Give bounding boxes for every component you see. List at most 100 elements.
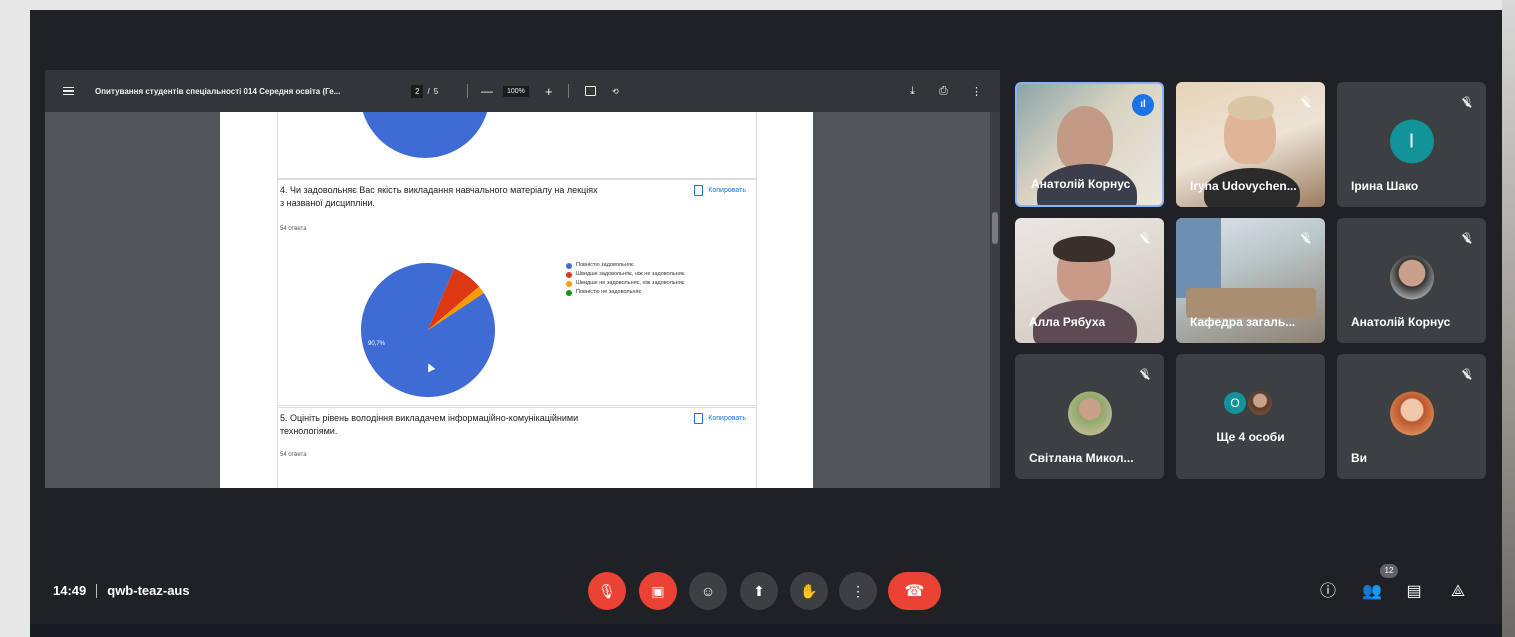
more-vert-icon[interactable]: ⋮ [971, 70, 982, 112]
mic-toggle-button[interactable]: 🎙 [588, 572, 626, 610]
participant-tile[interactable]: 🎙 Анатолій Корнус [1337, 218, 1486, 343]
avatar [1248, 391, 1272, 415]
participant-tile[interactable]: 🎙 Кафедра загаль... [1176, 218, 1325, 343]
more-options-button[interactable]: ⋮ [839, 572, 877, 610]
participant-video-table [1186, 288, 1316, 318]
fit-page-icon[interactable] [585, 70, 596, 112]
copy-icon [694, 413, 704, 424]
participant-name: Анатолій Корнус [1031, 177, 1131, 191]
pdf-page: 4. Чи задовольняє Вас якість викладання … [220, 112, 813, 488]
page-indicator[interactable]: 2 / 5 [411, 70, 438, 112]
zoom-out-button[interactable]: — [481, 70, 493, 112]
page-current[interactable]: 2 [411, 84, 424, 98]
avatar [1389, 254, 1434, 299]
participant-name: Світлана Микол... [1029, 451, 1134, 465]
toolbar-divider [467, 70, 468, 112]
mic-off-icon: 🎙 [1460, 97, 1474, 108]
mic-off-icon: 🎙 [1460, 369, 1474, 380]
more-participants-tile[interactable]: О Ще 4 особи [1176, 354, 1325, 479]
participant-tile[interactable]: І 🎙 Ірина Шако [1337, 82, 1486, 207]
chart-legend: Повністю задовольняє Швидше задовольняє,… [566, 262, 716, 298]
participant-name: Ще 4 особи [1216, 430, 1285, 444]
background-edge [1502, 0, 1515, 637]
participant-tile[interactable]: 🎙 Iryna Udovychen... [1176, 82, 1325, 207]
participant-tile[interactable]: 🎙 Алла Рябуха [1015, 218, 1164, 343]
participant-video [1057, 106, 1113, 172]
data-label: 90,7% [368, 341, 386, 347]
meeting-info: 14:49 qwb-teaz-aus [53, 583, 190, 598]
participant-name: Iryna Udovychen... [1190, 179, 1297, 193]
reactions-button[interactable]: ☺ [689, 572, 727, 610]
rotate-icon[interactable]: ⟲ [612, 70, 619, 112]
meet-window: Опитування студентів спеціальності 014 С… [30, 10, 1502, 637]
legend-swatch [566, 262, 572, 269]
copy-button[interactable]: Копировать [694, 413, 746, 424]
copy-icon [694, 185, 704, 196]
emoji-icon: ☺ [700, 583, 716, 599]
responses-count: 54 ответа [280, 226, 307, 232]
activities-icon[interactable]: ⟁ [1446, 580, 1470, 604]
participant-hair [1228, 96, 1274, 120]
present-button[interactable]: ⬆ [740, 572, 778, 610]
people-count-badge: 12 [1380, 564, 1398, 578]
legend-swatch [566, 280, 572, 287]
zoom-level[interactable]: 100% [503, 70, 529, 112]
chat-icon[interactable]: ▤ [1402, 580, 1426, 604]
document-title: Опитування студентів спеціальності 014 С… [95, 86, 341, 96]
legend-swatch [566, 289, 572, 296]
present-icon: ⬆ [753, 582, 765, 599]
meeting-code: qwb-teaz-aus [107, 583, 190, 598]
participant-tile[interactable]: ıl Анатолій Корнус [1015, 82, 1164, 207]
zoom-value[interactable]: 100% [503, 85, 529, 97]
responses-count: 54 ответа [280, 452, 307, 458]
legend-item: Повністю не задовольняє [566, 289, 716, 296]
question-title: 4. Чи задовольняє Вас якість викладання … [280, 185, 598, 208]
participant-hair [1053, 236, 1115, 262]
print-icon[interactable]: ⎙ [939, 70, 948, 112]
mic-off-icon: 🎙 [1299, 97, 1313, 108]
page-total: 5 [433, 86, 439, 96]
question-card-previous [277, 112, 757, 179]
people-icon[interactable]: 👥 [1360, 580, 1384, 604]
info-icon[interactable]: ⓘ [1316, 580, 1340, 604]
pdf-toolbar: Опитування студентів спеціальності 014 С… [45, 70, 1000, 112]
participant-name: Кафедра загаль... [1190, 315, 1296, 329]
download-icon[interactable]: ⤓ [910, 70, 915, 112]
avatar [1067, 390, 1112, 435]
question-title: 5. Оцініть рівень володіння викладачем і… [280, 413, 579, 436]
legend-label: Швидше задовольняє, ніж не задовольняє [576, 271, 685, 277]
pdf-scrollbar[interactable] [990, 112, 1000, 488]
legend-label: Повністю задовольняє [576, 262, 634, 268]
legend-item: Швидше задовольняє, ніж не задовольняє [566, 271, 716, 278]
participant-tile[interactable]: 🎙 Ви [1337, 354, 1486, 479]
clock: 14:49 [53, 583, 87, 598]
copy-label: Копировать [708, 187, 746, 194]
scrollbar-thumb[interactable] [992, 212, 998, 244]
question-card-4: 4. Чи задовольняє Вас якість викладання … [277, 179, 757, 406]
raise-hand-button[interactable]: ✋ [790, 572, 828, 610]
page-separator: / [427, 86, 430, 96]
pie-chart [361, 263, 495, 397]
camera-toggle-button[interactable]: ▣ [639, 572, 677, 610]
participant-tile[interactable]: 🎙 Світлана Микол... [1015, 354, 1164, 479]
presented-pdf-viewer: Опитування студентів спеціальності 014 С… [45, 70, 1000, 488]
leave-call-button[interactable]: ☎ [888, 572, 941, 610]
copy-button[interactable]: Копировать [694, 185, 746, 196]
zoom-in-button[interactable]: + [545, 70, 553, 112]
participant-name: Ірина Шако [1351, 179, 1419, 193]
previous-pie-chart [360, 112, 490, 158]
taskbar-strip [30, 624, 1502, 637]
avatar: О [1224, 392, 1246, 414]
speaking-indicator-icon: ıl [1132, 94, 1154, 116]
mic-off-icon: 🎙 [598, 582, 616, 599]
hang-up-icon: ☎ [904, 583, 925, 600]
legend-label: Повністю не задовольняє [576, 289, 642, 295]
legend-swatch [566, 271, 572, 278]
mic-off-icon: 🎙 [1138, 233, 1152, 244]
mic-off-icon: 🎙 [1299, 233, 1313, 244]
menu-icon[interactable] [63, 70, 77, 112]
raise-hand-icon: ✋ [800, 582, 818, 599]
avatar: І [1389, 118, 1434, 163]
camera-off-icon: ▣ [651, 582, 665, 599]
avatar [1389, 390, 1434, 435]
